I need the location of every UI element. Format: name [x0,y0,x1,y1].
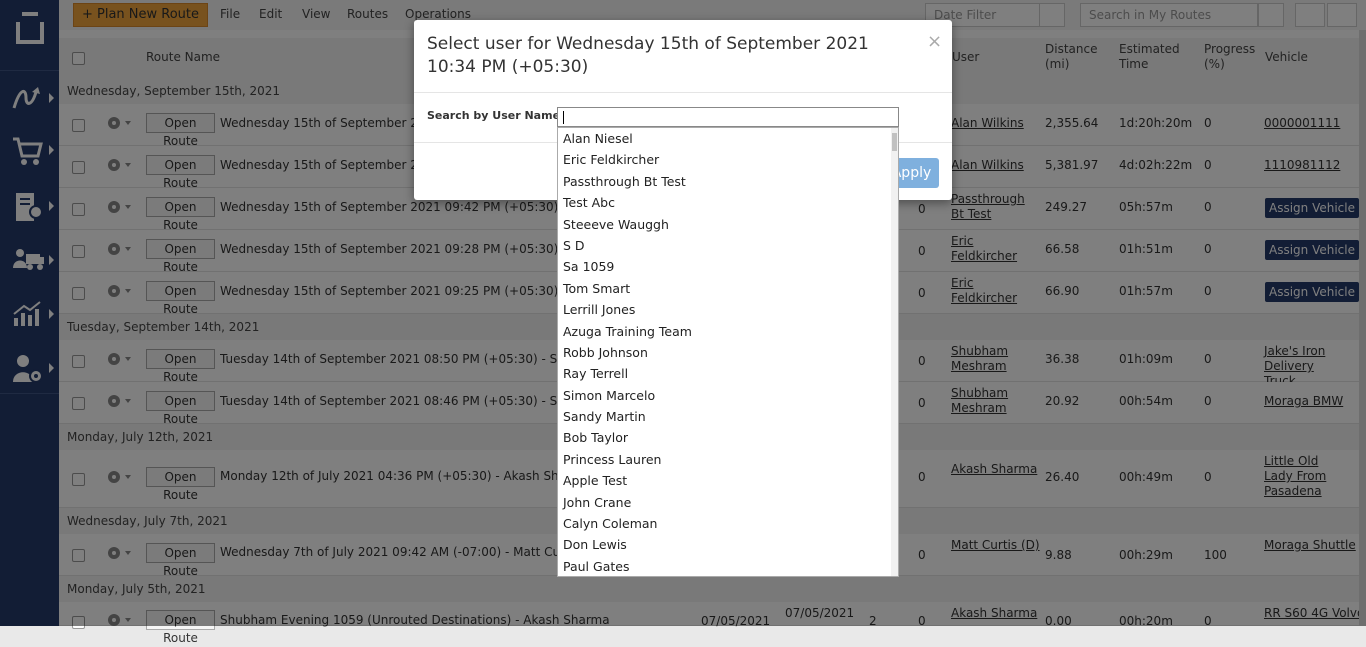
user-option[interactable]: S D [558,235,898,256]
search-user-label: Search by User Name: [427,109,565,122]
user-option[interactable]: Eric Feldkircher [558,149,898,170]
user-option[interactable]: Ray Terrell [558,363,898,384]
user-option[interactable]: Apple Test [558,470,898,491]
user-option[interactable]: Calyn Coleman [558,513,898,534]
text-cursor [563,111,564,124]
user-option[interactable]: Sa 1059 [558,256,898,277]
user-option[interactable]: Simon Marcelo [558,385,898,406]
user-option[interactable]: Azuga Training Team [558,321,898,342]
user-dropdown-list[interactable]: Alan Niesel Eric Feldkircher Passthrough… [557,127,899,577]
user-option[interactable]: Princess Lauren [558,449,898,470]
user-option[interactable]: Alan Niesel [558,128,898,149]
dialog-divider [414,92,952,93]
user-option[interactable]: John Crane [558,492,898,513]
user-option[interactable]: Robb Johnson [558,342,898,363]
user-option[interactable]: Sandy Martin [558,406,898,427]
user-option[interactable]: Lerrill Jones [558,299,898,320]
search-user-input[interactable] [557,107,899,127]
user-option[interactable]: Test Abc [558,192,898,213]
user-option[interactable]: Passthrough Bt Test [558,171,898,192]
dialog-title: Select user for Wednesday 15th of Septem… [427,34,869,77]
user-option[interactable]: Bob Taylor [558,427,898,448]
user-option[interactable]: Don Lewis [558,534,898,555]
dropdown-scroll-thumb[interactable] [892,133,897,151]
user-option[interactable]: Paul Gates [558,556,898,576]
close-icon[interactable]: × [927,31,942,52]
dropdown-scrollbar[interactable] [891,128,898,576]
user-option[interactable]: Steeeve Wauggh [558,214,898,235]
user-option[interactable]: Tom Smart [558,278,898,299]
